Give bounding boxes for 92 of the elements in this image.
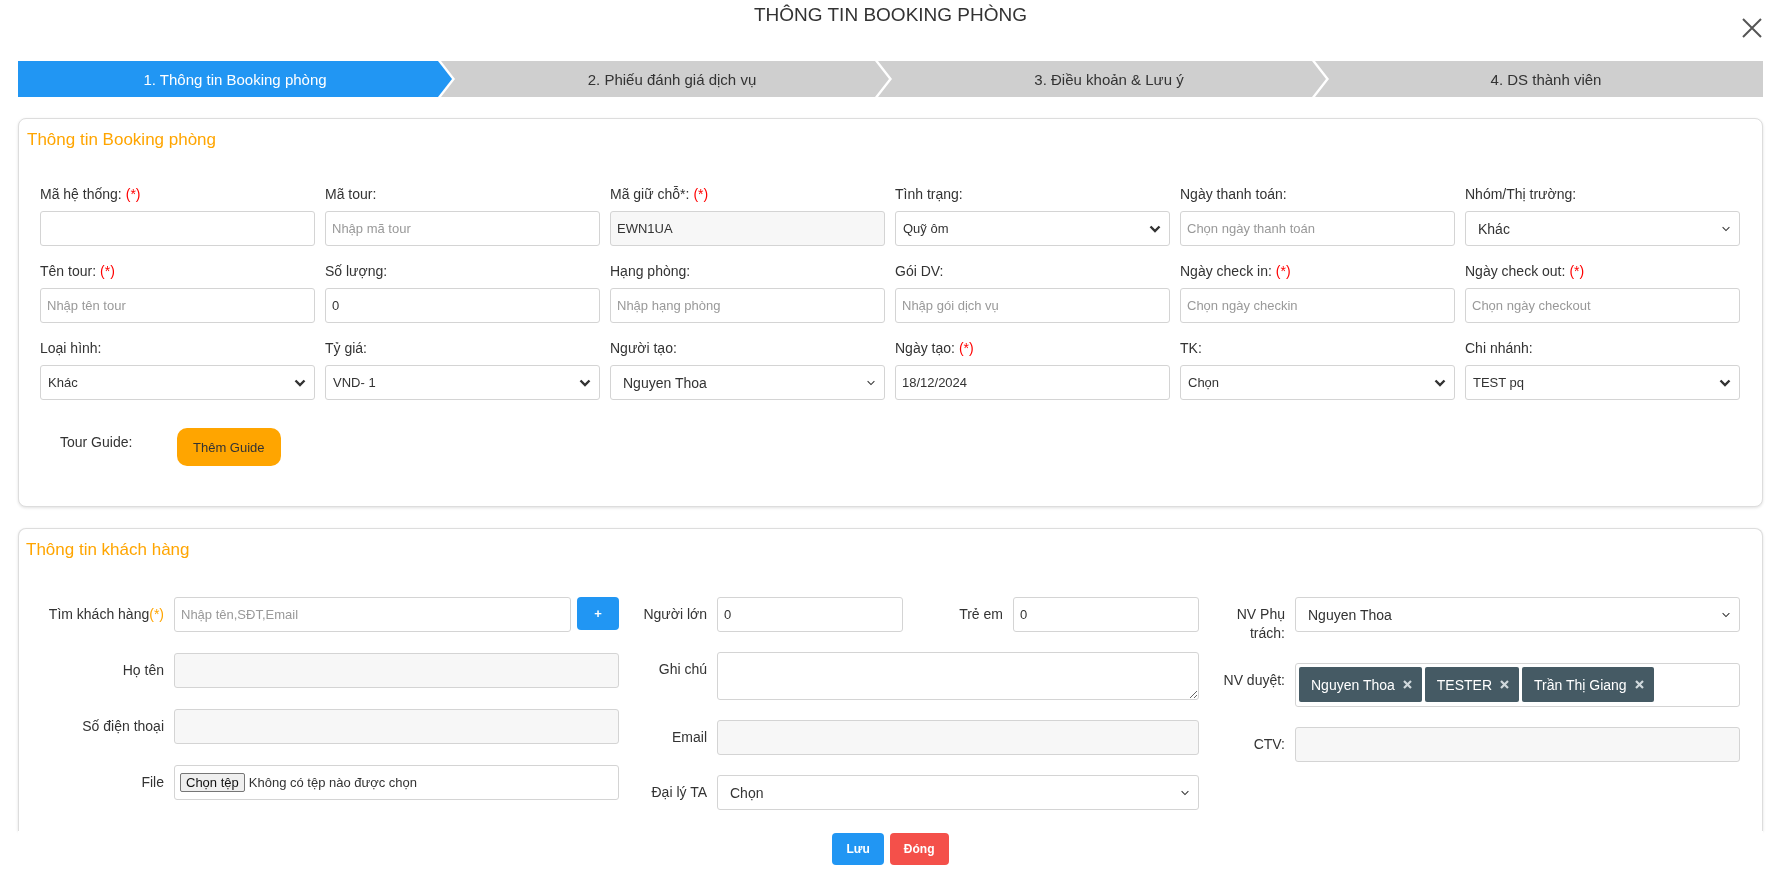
choose-file-button[interactable]: Chọn tệp (180, 773, 245, 792)
field-label: Loại hình: (40, 339, 103, 358)
text-field[interactable]: Nhập tên tour (40, 288, 315, 323)
notes-field[interactable] (717, 652, 1199, 700)
chevron-icon (1434, 378, 1446, 387)
dialog-title: THÔNG TIN BOOKING PHÒNG (753, 4, 1028, 26)
field-label: Người lớn (642, 605, 707, 624)
field-label: NV duyệt: (1222, 671, 1285, 690)
select-field[interactable]: Quỹ ôm (895, 211, 1170, 246)
required-mark: (*) (1569, 262, 1585, 281)
field-label: Chi nhánh: (1465, 339, 1534, 358)
field-label: Họ tên (121, 661, 164, 680)
chevron-icon (1180, 789, 1190, 796)
chevron-icon (294, 378, 306, 387)
field-label: Mã giữ chỗ*: (610, 185, 690, 204)
field-label: Đại lý TA (650, 783, 707, 802)
tag[interactable]: Trần Thị Giang (1522, 667, 1654, 702)
field-label: Mã tour: (325, 185, 378, 204)
field-label: File (140, 773, 164, 792)
field-label: Số lượng: (325, 262, 389, 281)
search-field[interactable]: Nhập tên,SĐT,Email (174, 597, 571, 632)
tags-field[interactable]: Nguyen Thoa TESTER Trần Thị Giang (1295, 663, 1740, 707)
field-label: Trẻ em (958, 605, 1003, 624)
field-label: Ngày check in: (1180, 262, 1272, 281)
text-field[interactable]: 0 (325, 288, 600, 323)
text-field[interactable]: 0 (1013, 597, 1199, 632)
remove-icon[interactable] (1634, 680, 1644, 689)
section-title: Thông tin khách hàng (26, 539, 191, 561)
section-title: Thông tin Booking phòng (27, 129, 218, 151)
text-field[interactable] (174, 709, 619, 744)
step-tab[interactable]: 4. DS thành viên (1315, 61, 1763, 97)
field-label: Ngày tạo: (895, 339, 955, 358)
required-mark: (*) (693, 185, 709, 204)
field-label: Số điện thoại (81, 717, 164, 736)
select-field[interactable]: Chọn (717, 775, 1199, 810)
field-label: Hạng phòng: (610, 262, 692, 281)
field-label: CTV: (1252, 735, 1285, 754)
field-label: Tên tour: (40, 262, 97, 281)
remove-icon[interactable] (1402, 680, 1412, 689)
field-label: Tour Guide: (60, 434, 134, 450)
field-label: Mã hệ thống: (40, 185, 122, 204)
chevron-icon (579, 378, 591, 387)
add-guide-button[interactable]: Thêm Guide (177, 428, 281, 466)
field-label: Ghi chú (657, 660, 707, 679)
field-label: TK: (1180, 339, 1203, 358)
text-field[interactable]: Chọn ngày checkin (1180, 288, 1455, 323)
field-label: Ngày check out: (1465, 262, 1566, 281)
field-label: Nhóm/Thị trường: (1465, 185, 1578, 204)
select-field[interactable]: Nguyen Thoa (1295, 597, 1740, 632)
chevron-icon (866, 379, 876, 386)
required-mark: (*) (125, 185, 141, 204)
required-mark: (*) (149, 605, 164, 624)
file-status: Không có tệp nào được chọn (248, 775, 418, 790)
step-tab[interactable]: 2. Phiếu đánh giá dịch vụ (441, 61, 889, 97)
field-label: Gói DV: (895, 262, 945, 281)
chevron-icon (1719, 378, 1731, 387)
field-label: Tình trạng: (895, 185, 964, 204)
step-tab[interactable]: 3. Điều khoản & Lưu ý (878, 61, 1326, 97)
field-label: Ngày thanh toán: (1180, 185, 1288, 204)
text-field[interactable]: Nhập gói dịch vụ (895, 288, 1170, 323)
text-field[interactable] (1295, 727, 1740, 762)
required-mark: (*) (958, 339, 974, 358)
field-label: Email (671, 728, 707, 747)
remove-icon[interactable] (1500, 680, 1510, 689)
text-field[interactable]: 0 (717, 597, 903, 632)
tag[interactable]: TESTER (1424, 667, 1520, 702)
text-field[interactable]: Nhập hạng phòng (610, 288, 885, 323)
text-field[interactable] (174, 653, 619, 688)
select-field[interactable]: Chọn (1180, 365, 1455, 400)
text-field[interactable]: Chọn ngày checkout (1465, 288, 1740, 323)
text-field[interactable]: EWN1UA (610, 211, 885, 246)
close-icon[interactable] (1741, 17, 1763, 39)
field-label: NV Phụ trách: (1235, 605, 1285, 643)
field-label: Người tạo: (610, 339, 678, 358)
text-field[interactable]: 18/12/2024 (895, 365, 1170, 400)
select-field[interactable]: VND- 1 (325, 365, 600, 400)
tag[interactable]: Nguyen Thoa (1299, 667, 1422, 702)
chevron-icon (1721, 225, 1731, 232)
text-field[interactable]: Chọn ngày thanh toán (1180, 211, 1455, 246)
select-field[interactable]: Khác (1465, 211, 1740, 246)
chevron-icon (1721, 611, 1731, 618)
select-field[interactable]: TEST pq (1465, 365, 1740, 400)
field-label: Tìm khách hàng (48, 605, 150, 624)
select-field[interactable]: Nguyen Thoa (610, 365, 885, 400)
select-field[interactable]: Khác (40, 365, 315, 400)
required-mark: (*) (1275, 262, 1291, 281)
text-field[interactable]: Nhập mã tour (325, 211, 600, 246)
field-label: Tỷ giá: (325, 339, 368, 358)
text-field[interactable] (717, 720, 1199, 755)
text-field[interactable] (40, 211, 315, 246)
chevron-icon (1149, 224, 1161, 233)
required-mark: (*) (100, 262, 115, 281)
